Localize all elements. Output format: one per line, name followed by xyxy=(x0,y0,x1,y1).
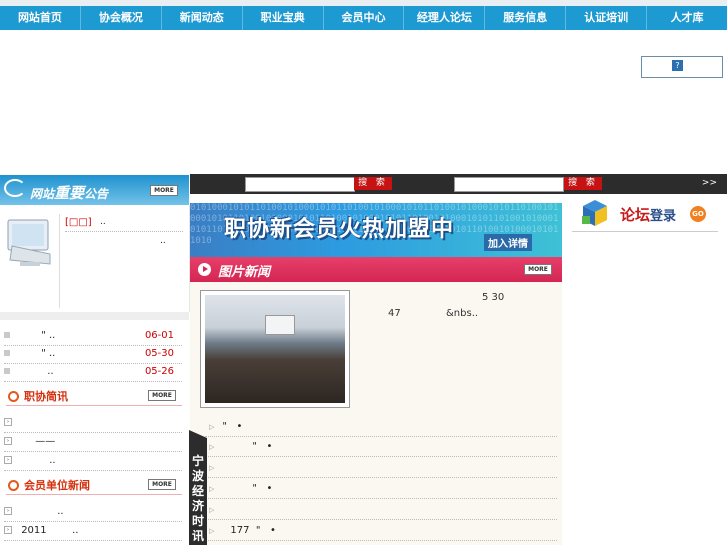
circle-icon xyxy=(8,391,19,402)
nav-underline xyxy=(0,30,727,33)
pic-news-title: 图片新闻 xyxy=(218,265,271,280)
swirl-icon xyxy=(4,179,26,197)
member-news-title: 会员单位新闻 xyxy=(24,479,90,492)
photo-image xyxy=(205,295,345,403)
join-details-button[interactable]: 加入详情 xyxy=(484,234,532,251)
list-item-text: 2011 .. xyxy=(21,525,79,536)
nav-item-services[interactable]: 服务信息 xyxy=(485,6,567,30)
list-item[interactable]: ▷ xyxy=(205,458,557,478)
bullet-icon xyxy=(4,368,10,374)
go-button[interactable]: GO xyxy=(690,206,706,222)
notice-line2-tail: .. xyxy=(160,236,166,246)
list-item[interactable]: › .. xyxy=(4,503,182,522)
triangle-bullet-icon: ▷ xyxy=(209,506,215,514)
computer-monitor-icon xyxy=(7,219,51,266)
list-item-date: 06-01 xyxy=(144,330,174,341)
list-item-date: 05-30 xyxy=(144,348,174,359)
triangle-bullet-icon: ▷ xyxy=(209,443,215,451)
banner-headline: 职协新会员火热加盟中 xyxy=(224,217,455,242)
forum-title: 论坛登录 xyxy=(620,206,677,224)
arrow-bullet-icon: › xyxy=(4,507,12,515)
left-separator xyxy=(0,312,189,320)
triangle-bullet-icon: ▷ xyxy=(209,485,215,493)
list-item-text: —— xyxy=(35,436,56,447)
nav-item-members[interactable]: 会员中心 xyxy=(324,6,405,30)
nav-item-forum[interactable]: 经理人论坛 xyxy=(404,6,486,30)
nav-item-career[interactable]: 职业宝典 xyxy=(243,6,324,30)
list-item-text: 177 " • xyxy=(230,525,276,536)
triangle-bullet-icon: ▷ xyxy=(209,423,215,431)
scroll-arrows[interactable]: >> xyxy=(702,178,717,188)
join-banner[interactable]: 0101000101011010010100010101101001010001… xyxy=(190,203,562,257)
notice-divider xyxy=(59,214,60,308)
list-item-text: " • xyxy=(252,483,273,494)
missing-plugin-icon: ? xyxy=(672,60,683,71)
play-icon xyxy=(198,263,211,276)
search-input-1[interactable] xyxy=(245,177,355,192)
projector-screen xyxy=(265,315,295,335)
notice-underline xyxy=(65,231,183,232)
triangle-bullet-icon: ▷ xyxy=(209,527,215,535)
economy-news-tab[interactable]: 宁波经济时讯 xyxy=(189,430,207,545)
main-nav: 网站首页 协会概况 新闻动态 职业宝典 会员中心 经理人论坛 服务信息 认证培训… xyxy=(0,6,727,30)
list-item-text: " .. xyxy=(41,330,56,341)
notice-more-button[interactable]: MORE xyxy=(150,185,178,196)
list-item[interactable]: ▷ " • xyxy=(205,437,557,457)
search-bar: 搜 索 搜 索 >> xyxy=(190,174,727,194)
arrow-bullet-icon: › xyxy=(4,437,12,445)
list-item[interactable]: ▷ 177 " • xyxy=(205,521,557,541)
forum-login-banner[interactable]: 论坛登录 GO xyxy=(572,195,718,232)
pic-news-text-2a: 47 xyxy=(388,308,401,319)
pic-news-more-button[interactable]: MORE xyxy=(524,264,552,275)
list-item[interactable]: ▷ " • xyxy=(205,417,557,437)
list-item[interactable]: .. 05-26 xyxy=(4,363,182,382)
list-item-text: " .. xyxy=(41,348,56,359)
list-item[interactable]: › xyxy=(4,414,182,433)
nav-item-talent[interactable]: 人才库 xyxy=(647,6,727,30)
list-item[interactable]: ▷ " • xyxy=(205,479,557,499)
brief-header: 职协简讯 MORE xyxy=(6,387,182,406)
list-item[interactable]: › —— xyxy=(4,433,182,452)
bullet-icon xyxy=(4,332,10,338)
notice-title: 网站重要公告 xyxy=(30,184,109,202)
list-item-text: " • xyxy=(222,421,243,432)
nav-item-about[interactable]: 协会概况 xyxy=(81,6,162,30)
member-news-more-button[interactable]: MORE xyxy=(148,479,176,490)
list-item[interactable]: › .. xyxy=(4,452,182,471)
arrow-bullet-icon: › xyxy=(4,456,12,464)
arrow-bullet-icon: › xyxy=(4,418,12,426)
list-item-text: .. xyxy=(47,366,54,377)
bullet-icon xyxy=(4,350,10,356)
notice-header: 网站重要公告 MORE xyxy=(0,175,189,205)
meeting-photo[interactable] xyxy=(200,290,350,408)
notice-line1-tail: .. xyxy=(100,217,106,227)
list-item-text: .. xyxy=(57,506,64,517)
brief-title: 职协简讯 xyxy=(24,390,68,403)
search-button-1[interactable]: 搜 索 xyxy=(354,177,392,190)
list-item-text: " • xyxy=(252,441,273,452)
search-button-2[interactable]: 搜 索 xyxy=(564,177,602,190)
notice-link[interactable]: [□□] xyxy=(65,217,92,228)
nav-item-training[interactable]: 认证培训 xyxy=(566,6,648,30)
list-item-date: 05-26 xyxy=(144,366,174,377)
flash-placeholder[interactable]: ? xyxy=(641,56,723,78)
cube-icon xyxy=(582,200,607,226)
right-divider xyxy=(562,194,570,545)
nav-item-home[interactable]: 网站首页 xyxy=(0,6,81,30)
list-item[interactable]: ▷ xyxy=(205,500,557,520)
member-news-header: 会员单位新闻 MORE xyxy=(6,476,182,495)
pic-news-text-1: 5 30 xyxy=(482,292,505,303)
brief-more-button[interactable]: MORE xyxy=(148,390,176,401)
pic-news-text-2b[interactable]: &nbs.. xyxy=(446,308,478,319)
arrow-bullet-icon: › xyxy=(4,526,12,534)
circle-icon xyxy=(8,480,19,491)
search-input-2[interactable] xyxy=(454,177,564,192)
list-item[interactable]: " .. 06-01 xyxy=(4,327,182,346)
list-item[interactable]: " .. 05-30 xyxy=(4,345,182,364)
triangle-bullet-icon: ▷ xyxy=(209,464,215,472)
pic-news-header: 图片新闻 MORE xyxy=(190,257,562,282)
list-item-text: .. xyxy=(49,455,56,466)
list-item[interactable]: › 2011 .. xyxy=(4,522,182,541)
nav-item-news[interactable]: 新闻动态 xyxy=(162,6,243,30)
